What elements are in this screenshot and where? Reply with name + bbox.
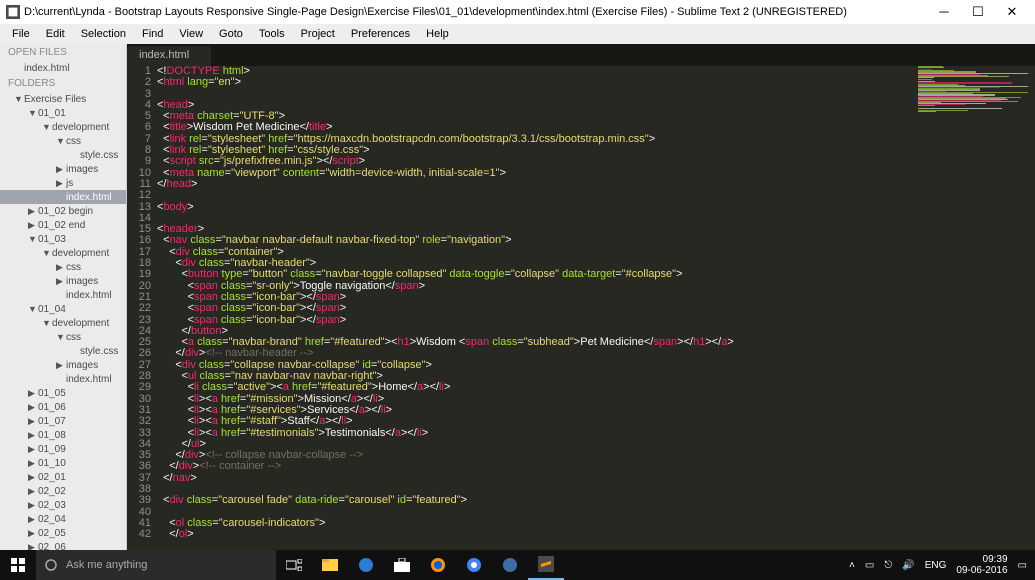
tree-item[interactable]: ▶css: [0, 260, 126, 274]
sublime-text-icon[interactable]: [528, 550, 564, 580]
menu-project[interactable]: Project: [293, 26, 343, 42]
tree-item[interactable]: ▼01_01: [0, 106, 126, 120]
tree-item[interactable]: style.css: [0, 344, 126, 358]
minimap[interactable]: [915, 44, 1035, 550]
windows-icon: [11, 558, 25, 572]
cortana-search[interactable]: Ask me anything: [36, 550, 276, 580]
cortana-icon: [44, 558, 58, 572]
tree-item[interactable]: index.html: [0, 190, 126, 204]
taskbar: Ask me anything ˄ ▭ ⎋ 🔊 ENG 09:39 09-06-…: [0, 550, 1035, 580]
open-file-item[interactable]: index.html: [0, 61, 126, 75]
tree-item[interactable]: ▼Exercise Files: [0, 92, 126, 106]
window-title: D:\current\Lynda - Bootstrap Layouts Res…: [24, 6, 927, 18]
maximize-button[interactable]: ☐: [961, 2, 995, 22]
open-files-header: OPEN FILES: [0, 44, 126, 61]
tree-item[interactable]: ▶images: [0, 274, 126, 288]
tray-language[interactable]: ENG: [925, 560, 947, 571]
bittorrent-icon[interactable]: [492, 550, 528, 580]
tree-item[interactable]: ▶02_01: [0, 470, 126, 484]
tree-item[interactable]: ▶01_02 begin: [0, 204, 126, 218]
menu-goto[interactable]: Goto: [211, 26, 251, 42]
tree-item[interactable]: style.css: [0, 148, 126, 162]
tree-item[interactable]: ▶02_02: [0, 484, 126, 498]
app-icon: [6, 5, 20, 19]
close-button[interactable]: ✕: [995, 2, 1029, 22]
menu-preferences[interactable]: Preferences: [343, 26, 418, 42]
tray-volume-icon[interactable]: 🔊: [902, 560, 914, 571]
tree-item[interactable]: ▼01_03: [0, 232, 126, 246]
tabbar: index.html: [127, 44, 1035, 66]
edge-icon[interactable]: [348, 550, 384, 580]
menu-find[interactable]: Find: [134, 26, 171, 42]
tree-item[interactable]: ▶01_05: [0, 386, 126, 400]
tree-item[interactable]: ▶01_10: [0, 456, 126, 470]
tray-time: 09:39: [956, 554, 1007, 565]
tree-item[interactable]: ▶02_04: [0, 512, 126, 526]
menu-view[interactable]: View: [171, 26, 211, 42]
tree-item[interactable]: ▼css: [0, 330, 126, 344]
menu-help[interactable]: Help: [418, 26, 457, 42]
tree-item[interactable]: ▼development: [0, 316, 126, 330]
gutter: 1234567891011121314151617181920212223242…: [127, 44, 157, 550]
menu-tools[interactable]: Tools: [251, 26, 293, 42]
tray-chevron-icon[interactable]: ˄: [849, 560, 855, 571]
tree-item[interactable]: ▶01_02 end: [0, 218, 126, 232]
firefox-icon[interactable]: [420, 550, 456, 580]
tree-item[interactable]: ▼01_04: [0, 302, 126, 316]
tray-wifi-icon[interactable]: ⎋: [884, 560, 892, 571]
menu-file[interactable]: File: [4, 26, 38, 42]
folders-header: FOLDERS: [0, 75, 126, 92]
tree-item[interactable]: ▶01_06: [0, 400, 126, 414]
tree-item[interactable]: ▼development: [0, 120, 126, 134]
tray-notifications-icon[interactable]: ▭: [1018, 560, 1027, 571]
tree-item[interactable]: ▶01_09: [0, 442, 126, 456]
tab-index-html[interactable]: index.html: [127, 46, 211, 66]
tree-item[interactable]: index.html: [0, 288, 126, 302]
code-content[interactable]: <!DOCTYPE html><html lang="en"><head> <m…: [157, 44, 915, 550]
task-view-icon[interactable]: [276, 550, 312, 580]
tab-label: index.html: [139, 49, 189, 61]
tree-item[interactable]: ▶02_05: [0, 526, 126, 540]
tray-date: 09-06-2016: [956, 565, 1007, 576]
file-explorer-icon[interactable]: [312, 550, 348, 580]
tree-item[interactable]: ▼css: [0, 134, 126, 148]
tray-battery-icon[interactable]: ▭: [865, 560, 874, 571]
tree-item[interactable]: ▶images: [0, 162, 126, 176]
menubar: FileEditSelectionFindViewGotoToolsProjec…: [0, 24, 1035, 44]
store-icon[interactable]: [384, 550, 420, 580]
tree-item[interactable]: index.html: [0, 372, 126, 386]
tree-item[interactable]: ▶01_07: [0, 414, 126, 428]
start-button[interactable]: [0, 550, 36, 580]
sidebar: OPEN FILES index.html FOLDERS ▼Exercise …: [0, 44, 127, 550]
chrome-icon[interactable]: [456, 550, 492, 580]
editor-area[interactable]: index.html 12345678910111213141516171819…: [127, 44, 1035, 550]
tree-item[interactable]: ▶js: [0, 176, 126, 190]
tree-item[interactable]: ▶images: [0, 358, 126, 372]
search-placeholder: Ask me anything: [66, 559, 147, 571]
menu-edit[interactable]: Edit: [38, 26, 73, 42]
tree-item[interactable]: ▶02_03: [0, 498, 126, 512]
minimize-button[interactable]: ─: [927, 2, 961, 22]
tree-item[interactable]: ▼development: [0, 246, 126, 260]
tree-item[interactable]: ▶02_06: [0, 540, 126, 550]
tray-clock[interactable]: 09:39 09-06-2016: [956, 554, 1007, 576]
menu-selection[interactable]: Selection: [73, 26, 134, 42]
titlebar: D:\current\Lynda - Bootstrap Layouts Res…: [0, 0, 1035, 24]
tree-item[interactable]: ▶01_08: [0, 428, 126, 442]
